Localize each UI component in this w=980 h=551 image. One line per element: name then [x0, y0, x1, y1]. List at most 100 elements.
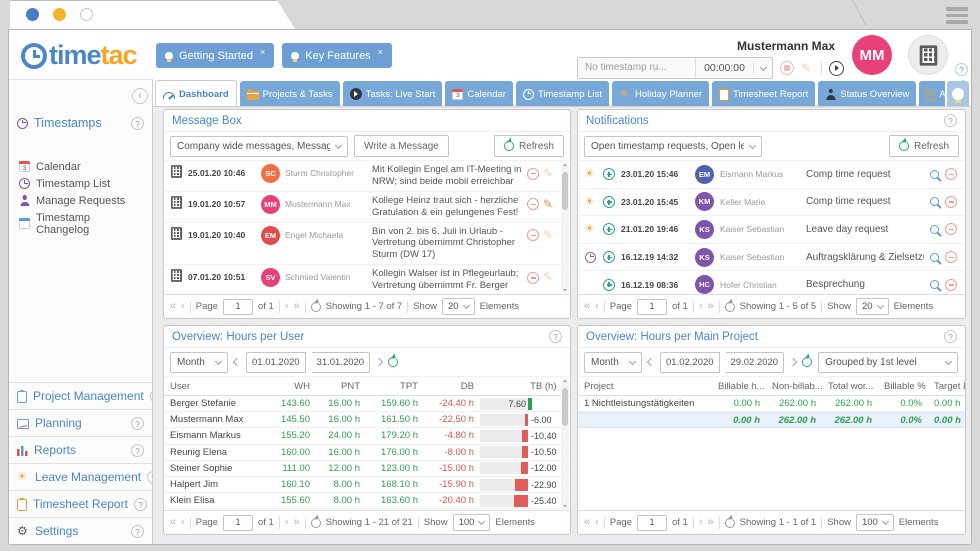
sidebar-item-manage-requests[interactable]: Manage Requests [9, 192, 152, 209]
scrollbar[interactable] [561, 162, 569, 293]
add-timestamp-icon[interactable] [603, 168, 615, 180]
pagination-refresh-icon[interactable] [311, 518, 321, 528]
table-row[interactable]: Eismann Markus155.2024.00 h179.20 h-4.80… [164, 428, 570, 444]
section-help-icon[interactable] [131, 444, 144, 457]
column-header[interactable]: WH [268, 381, 316, 392]
tab-timestamp-list[interactable]: Timestamp List [516, 81, 609, 107]
section-help-icon[interactable] [131, 417, 144, 430]
sidebar-section-timesheet-report[interactable]: Timesheet Report [9, 490, 152, 517]
window-dot-blue[interactable] [26, 8, 39, 21]
dismiss-request-icon[interactable] [945, 223, 957, 235]
edit-message-icon[interactable] [543, 167, 556, 180]
page-size-select[interactable]: 100 [856, 514, 894, 531]
next-period-icon[interactable] [789, 358, 797, 366]
notification-row[interactable]: 23.01.20 15:46EMEismann MarkusComp time … [578, 161, 965, 189]
page-input[interactable] [223, 515, 253, 531]
page-size-select[interactable]: 100 [453, 514, 491, 531]
column-header[interactable]: Target Du... [928, 381, 965, 392]
pagination-refresh-icon[interactable] [725, 302, 735, 312]
column-header[interactable]: Non-billab... [766, 381, 822, 392]
company-button[interactable] [908, 35, 948, 75]
table-row[interactable]: Hofer Christian136.0038.00 h174.00 h-10.… [164, 509, 570, 510]
notification-row[interactable]: 16.12.19 14:32KSKaiser SebastianAuftrags… [578, 244, 965, 272]
date-to-input[interactable]: 31.01.2020 [312, 352, 371, 373]
view-request-icon[interactable] [930, 280, 939, 289]
sidebar-collapse-button[interactable] [132, 88, 148, 104]
next-period-icon[interactable] [375, 358, 383, 366]
message-row[interactable]: 25.01.20 10:46SCSturm ChristopherMit Kol… [164, 161, 570, 192]
pagination-last-icon[interactable] [294, 517, 300, 528]
column-header[interactable]: PNT [316, 381, 366, 392]
section-help-icon[interactable] [131, 117, 144, 130]
pagination-next-icon[interactable] [285, 517, 289, 528]
add-timestamp-icon[interactable] [603, 196, 615, 208]
pagination-first-icon[interactable] [170, 301, 176, 312]
column-header[interactable]: TB (h)↓ [480, 381, 570, 392]
message-row[interactable]: 07.01.20 10:51SVSchmied ValentinKollegin… [164, 265, 570, 294]
dismiss-request-icon[interactable] [945, 279, 957, 291]
pagination-last-icon[interactable] [708, 301, 714, 312]
message-row[interactable]: 19.01.20 10:57MMMustermann MaxKollege He… [164, 192, 570, 223]
panel-help-icon[interactable] [549, 330, 562, 343]
notification-row[interactable]: 21.01.20 19:46KSKaiser SebastianLeave da… [578, 216, 965, 244]
page-size-select[interactable]: 20 [856, 298, 889, 315]
edit-message-icon[interactable] [543, 198, 556, 211]
delete-message-icon[interactable] [527, 229, 539, 241]
notification-row[interactable]: 23.01.20 15:45KMKeller MarieComp time re… [578, 189, 965, 217]
sidebar-section-settings[interactable]: Settings [9, 517, 152, 544]
tab-dashboard[interactable]: Dashboard [155, 80, 237, 107]
page-input[interactable] [223, 299, 253, 315]
pagination-prev-icon[interactable] [595, 517, 599, 528]
timestamp-task-select[interactable]: No timestamp ru... 00:00:00 [577, 57, 773, 79]
panel-help-icon[interactable] [944, 330, 957, 343]
refresh-button[interactable]: Refresh [889, 135, 959, 157]
table-row[interactable]: Berger Stefanie143.6016.00 h159.60 h-24.… [164, 396, 570, 412]
page-size-select[interactable]: 20 [442, 298, 475, 315]
table-row[interactable]: Klein Elisa155.608.00 h163.60 h-20.40 h-… [164, 493, 570, 509]
scrollbar-thumb[interactable] [562, 388, 568, 426]
add-timestamp-icon[interactable] [603, 251, 615, 263]
tips-tab[interactable] [947, 81, 969, 107]
date-from-input[interactable]: 01.01.2020 [246, 352, 306, 373]
delete-message-icon[interactable] [527, 272, 539, 284]
tab-activate-account[interactable]: Activate Account [919, 81, 945, 107]
column-header[interactable]: Billable h... [712, 381, 766, 392]
sidebar-section-planning[interactable]: Planning [9, 409, 152, 436]
pagination-next-icon[interactable] [699, 301, 703, 312]
date-from-input[interactable]: 01.02.2020 [660, 352, 720, 373]
panel-help-icon[interactable] [944, 114, 957, 127]
sidebar-section-project-management[interactable]: Project Management [9, 382, 152, 409]
table-row[interactable]: Halpert Jim160.108.00 h168.10 h-15.90 h-… [164, 477, 570, 493]
column-header[interactable]: DB [424, 381, 480, 392]
edit-message-icon[interactable] [543, 229, 556, 242]
section-help-icon[interactable] [131, 525, 144, 538]
quick-tab-key-features[interactable]: Key Features× [282, 43, 392, 68]
pagination-prev-icon[interactable] [181, 301, 185, 312]
page-input[interactable] [637, 299, 667, 315]
view-request-icon[interactable] [930, 225, 939, 234]
column-header[interactable]: User [164, 381, 268, 392]
table-row[interactable]: Mustermann Max145.5016.00 h161.50 h-22.5… [164, 412, 570, 428]
pagination-first-icon[interactable] [584, 517, 590, 528]
previous-period-icon[interactable] [233, 358, 241, 366]
stop-timer-icon[interactable] [780, 61, 794, 75]
dismiss-request-icon[interactable] [945, 196, 957, 208]
pagination-first-icon[interactable] [584, 301, 590, 312]
section-help-icon[interactable] [134, 498, 147, 511]
table-row[interactable]: Reunig Elena160.0016.00 h176.00 h-8.00 h… [164, 445, 570, 461]
sidebar-item-timestamp-list[interactable]: Timestamp List [9, 175, 152, 192]
delete-message-icon[interactable] [527, 168, 539, 180]
view-request-icon[interactable] [930, 197, 939, 206]
column-header[interactable]: Billable % [878, 381, 928, 392]
tab-projects-tasks[interactable]: Projects & Tasks [240, 81, 340, 107]
pagination-next-icon[interactable] [285, 301, 289, 312]
view-request-icon[interactable] [930, 253, 939, 262]
refresh-icon[interactable] [388, 357, 398, 367]
page-input[interactable] [637, 515, 667, 531]
dismiss-request-icon[interactable] [945, 168, 957, 180]
sidebar-section-reports[interactable]: Reports [9, 436, 152, 463]
previous-period-icon[interactable] [647, 358, 655, 366]
quick-tab-getting-started[interactable]: Getting Started× [156, 43, 274, 68]
help-icon[interactable] [955, 63, 968, 76]
edit-timestamp-icon[interactable] [801, 62, 814, 75]
